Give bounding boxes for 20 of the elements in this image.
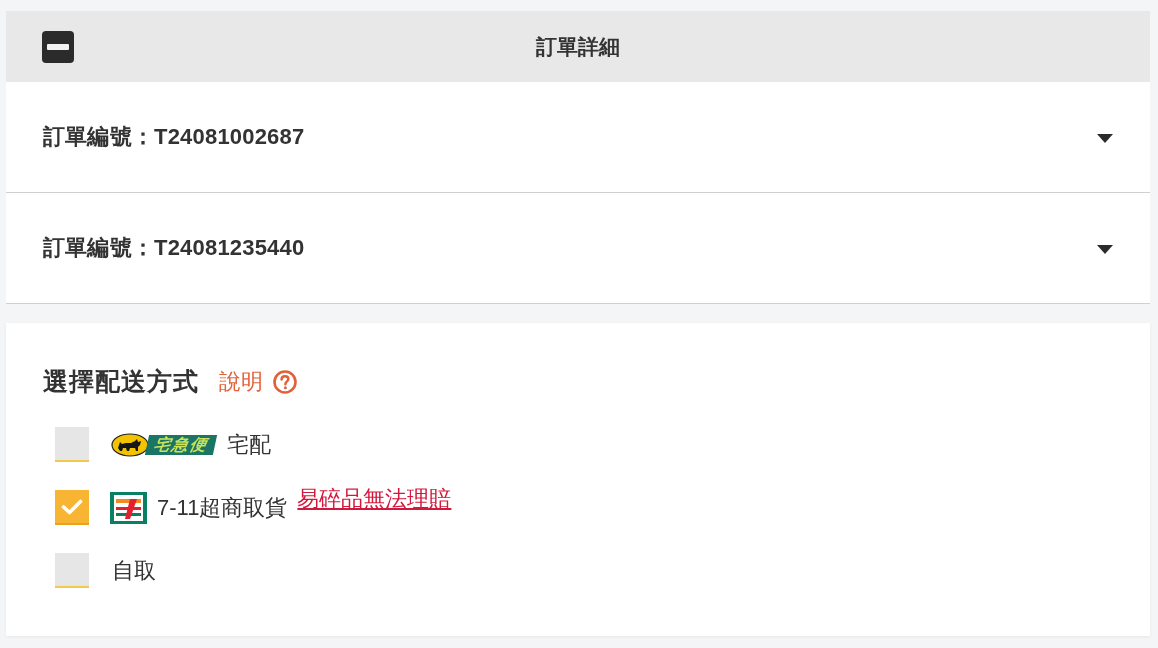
caret-icon[interactable] xyxy=(1097,244,1113,254)
check-icon xyxy=(61,498,83,515)
section-title: 選擇配送方式 xyxy=(43,366,199,397)
caret-icon[interactable] xyxy=(1097,133,1113,143)
option-label[interactable]: 自取 xyxy=(112,555,156,586)
brand-label: 宅急便 xyxy=(144,434,218,455)
panel-title: 訂單詳細 xyxy=(536,33,620,60)
option-label[interactable]: 宅配 xyxy=(227,429,271,460)
store-logo-icon xyxy=(110,491,147,524)
order-number[interactable]: 訂單編號：T24081002687 xyxy=(43,122,305,152)
collapse-icon[interactable] xyxy=(42,30,74,63)
cat-logo-icon xyxy=(111,432,149,457)
help-icon[interactable] xyxy=(273,369,297,394)
option-checkbox[interactable] xyxy=(55,490,89,525)
option-checkbox[interactable] xyxy=(55,553,89,588)
option-label[interactable]: 7-11超商取貨 xyxy=(157,492,288,523)
warning-link[interactable]: 易碎品無法理賠 xyxy=(297,483,452,514)
order-number[interactable]: 訂單編號：T24081235440 xyxy=(43,233,305,263)
option-checkbox[interactable] xyxy=(55,427,89,462)
help-link[interactable]: 說明 xyxy=(219,366,263,397)
